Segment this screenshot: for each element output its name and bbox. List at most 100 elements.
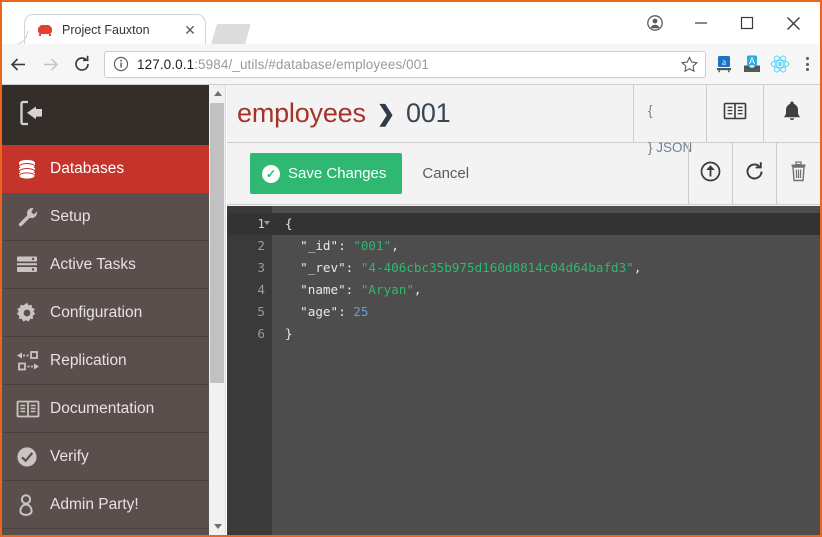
save-button-label: Save Changes	[288, 165, 387, 182]
json-string-value: "001"	[353, 238, 392, 253]
main-panel: employees ❯ 001 { } JSON ✓ Save Changes …	[227, 85, 820, 535]
save-changes-button[interactable]: ✓ Save Changes	[250, 153, 403, 194]
reload-icon[interactable]	[66, 44, 98, 85]
code-line[interactable]: }	[272, 323, 820, 345]
documentation-button[interactable]	[706, 85, 763, 142]
book-icon	[16, 399, 50, 419]
tab-title: Project Fauxton	[62, 22, 150, 37]
sidebar-item-label: Verify	[50, 447, 89, 465]
refresh-icon	[744, 161, 765, 187]
sidebar-item-label: Replication	[50, 351, 127, 369]
sidebar-item-replication[interactable]: Replication	[2, 337, 209, 385]
json-string-value: "Aryan"	[360, 282, 414, 297]
line-number: 1	[227, 213, 272, 235]
sidebar-item-configuration[interactable]: Configuration	[2, 289, 209, 337]
line-number: 6	[257, 326, 265, 341]
three-dots-menu-icon[interactable]	[794, 44, 820, 85]
fauxton-app: Databases Setup Active Tasks Configurati…	[2, 85, 820, 535]
sidebar-item-label: Active Tasks	[50, 255, 136, 273]
breadcrumb-database[interactable]: employees	[237, 98, 366, 129]
code-line[interactable]: "age": 25	[272, 301, 820, 323]
document-actions-bar: ✓ Save Changes Cancel	[227, 143, 820, 205]
trash-icon	[789, 160, 808, 187]
gear-icon	[16, 302, 50, 324]
code-line[interactable]: "_rev": "4-406cbc35b975d160d8814c04d64ba…	[272, 257, 820, 279]
editor-code-area[interactable]: { "_id": "001", "_rev": "4-406cbc35b975d…	[272, 206, 820, 535]
json-comma: ,	[413, 282, 422, 297]
url-host: 127.0.0.1	[137, 56, 195, 72]
code-line[interactable]: "_id": "001",	[272, 235, 820, 257]
sidebar-item-active-tasks[interactable]: Active Tasks	[2, 241, 209, 289]
book-icon	[723, 101, 747, 126]
scrollbar-thumb[interactable]	[210, 103, 224, 383]
breadcrumb: employees ❯ 001	[227, 85, 633, 142]
sidebar-item-label: Databases	[50, 159, 125, 177]
react-devtools-icon[interactable]	[766, 44, 794, 85]
close-icon[interactable]: ✕	[179, 19, 201, 41]
star-icon[interactable]	[677, 52, 701, 76]
line-number: 2	[257, 238, 265, 253]
sidebar-item-setup[interactable]: Setup	[2, 193, 209, 241]
json-key: "name"	[300, 282, 346, 297]
json-comma: ,	[633, 260, 642, 275]
code-line[interactable]: {	[272, 213, 820, 235]
scroll-up-arrow[interactable]	[209, 85, 226, 102]
profile-icon[interactable]	[632, 2, 678, 44]
json-brace: {	[285, 216, 293, 231]
json-key: "_rev"	[300, 260, 346, 275]
replication-icon	[16, 350, 50, 371]
upload-attachment-button[interactable]	[688, 143, 732, 204]
url-text: 127.0.0.1:5984/_utils/#database/employee…	[137, 57, 677, 72]
sidebar-header	[2, 85, 209, 145]
svg-text:A: A	[749, 56, 755, 66]
json-brace-open: {	[648, 103, 653, 118]
line-number: 3	[257, 260, 265, 275]
json-key: "_id"	[300, 238, 339, 253]
json-colon: :	[338, 238, 354, 253]
sidebar-item-documentation[interactable]: Documentation	[2, 385, 209, 433]
address-bar[interactable]: 127.0.0.1:5984/_utils/#database/employee…	[104, 50, 706, 78]
forward-arrow-icon[interactable]	[34, 44, 66, 85]
browser-tab[interactable]: Project Fauxton ✕	[14, 14, 206, 45]
close-window-button[interactable]	[770, 2, 816, 44]
json-number-value: 25	[353, 304, 369, 319]
notifications-button[interactable]	[763, 85, 820, 142]
amazon-assistant-icon[interactable]: a	[710, 44, 738, 85]
json-key: "age"	[300, 304, 339, 319]
sidebar-item-verify[interactable]: Verify	[2, 433, 209, 481]
tasks-icon	[16, 255, 50, 275]
sidebar-scrollbar[interactable]	[209, 85, 226, 535]
minimize-button[interactable]	[678, 2, 724, 44]
wrench-icon	[16, 206, 50, 228]
fold-arrow-icon[interactable]	[264, 221, 270, 225]
cancel-button[interactable]: Cancel	[422, 165, 469, 182]
maximize-button[interactable]	[724, 2, 770, 44]
evernote-clipper-icon[interactable]: A	[738, 44, 766, 85]
json-brace: }	[285, 326, 293, 341]
scroll-down-arrow[interactable]	[209, 518, 226, 535]
code-line[interactable]: "name": "Aryan",	[272, 279, 820, 301]
couch-icon	[37, 22, 53, 38]
json-colon: :	[338, 304, 354, 319]
sidebar-item-label: Configuration	[50, 303, 143, 321]
json-string-value: "4-406cbc35b975d160d8814c04d64bafd3"	[360, 260, 634, 275]
document-header: employees ❯ 001 { } JSON	[227, 85, 820, 155]
delete-button[interactable]	[776, 143, 820, 204]
browser-toolbar: 127.0.0.1:5984/_utils/#database/employee…	[2, 44, 820, 85]
sidebar-item-label: Setup	[50, 207, 91, 225]
back-arrow-icon[interactable]	[2, 44, 34, 85]
refresh-button[interactable]	[732, 143, 776, 204]
json-colon: :	[345, 282, 361, 297]
info-circle-icon[interactable]	[113, 56, 129, 72]
json-colon: :	[345, 260, 361, 275]
bell-icon	[781, 100, 803, 128]
new-tab-button[interactable]	[211, 24, 251, 44]
collapse-sidebar-icon[interactable]	[16, 99, 48, 132]
sidebar-item-label: Documentation	[50, 399, 155, 417]
sidebar-item-databases[interactable]: Databases	[2, 145, 209, 193]
json-editor[interactable]: 1 2 3 4 5 6 { "_id": "001", "_rev": "4-4…	[227, 206, 820, 535]
database-icon	[16, 158, 50, 180]
json-view-toggle[interactable]: { } JSON	[633, 85, 706, 155]
person-icon	[16, 493, 50, 516]
sidebar-item-admin-party[interactable]: Admin Party!	[2, 481, 209, 529]
